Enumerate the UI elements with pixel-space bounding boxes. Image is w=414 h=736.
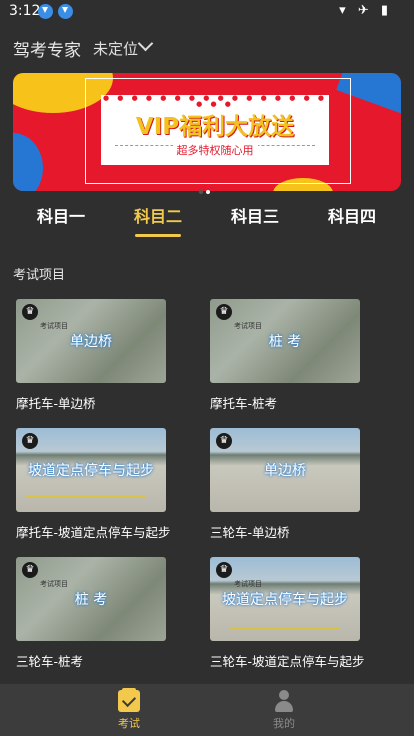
status-time: 3:12 xyxy=(9,3,41,19)
app-brand: 驾考专家 xyxy=(13,41,81,61)
exam-thumbnail[interactable]: ♛ 考试项目 坡道定点停车与起步 xyxy=(210,557,360,641)
nav-item-exam[interactable]: 考试 xyxy=(99,688,159,731)
exam-item-title[interactable]: 三轮车-桩考 xyxy=(16,651,206,670)
exam-item[interactable]: ♛ 考试项目 桩 考 摩托车-桩考 xyxy=(210,299,400,412)
clipboard-check-icon xyxy=(118,688,140,712)
section-title: 考试项目 xyxy=(13,268,66,283)
chevron-down-icon[interactable] xyxy=(137,35,154,52)
banner-subtitle: 超多特权随心用 xyxy=(172,144,258,157)
exam-item-title[interactable]: 三轮车-单边桥 xyxy=(210,522,400,541)
vip-banner[interactable]: ● ● ● ● ● ● ● ● ● ● ● ● ● ● ● ● ● ● ● VI… xyxy=(13,73,401,191)
exam-item-title[interactable]: 摩托车-单边桥 xyxy=(16,393,206,412)
nav-label: 我的 xyxy=(273,717,295,730)
download-icon xyxy=(38,4,53,19)
top-header: 驾考专家 未定位 xyxy=(0,34,414,61)
thumb-label: 单边桥 xyxy=(264,463,306,479)
thumb-watermark: 考试项目 xyxy=(234,580,262,588)
thumb-label: 坡道定点停车与起步 xyxy=(28,463,154,479)
download-icon xyxy=(58,4,73,19)
banner-title: VIP福利大放送 xyxy=(135,114,295,140)
exam-item[interactable]: ♛ 考试项目 单边桥 摩托车-单边桥 xyxy=(16,299,206,412)
crown-icon: ♛ xyxy=(22,304,38,320)
banner-card: ● ● ● ● ● ● ● ● ● ● ● ● ● ● ● ● ● ● ● VI… xyxy=(101,95,329,165)
tab-subject-1[interactable]: 科目一 xyxy=(21,203,101,227)
system-status-icons: ▾ ✈ ▮ xyxy=(339,3,392,18)
crown-icon: ♛ xyxy=(22,433,38,449)
banner-dots: ● ● ● ● ● ● ● ● ● ● ● ● ● ● ● ● ● ● ● xyxy=(102,94,328,108)
tab-subject-4[interactable]: 科目四 xyxy=(312,203,392,227)
tab-subject-3[interactable]: 科目三 xyxy=(215,203,295,227)
exam-item[interactable]: ♛ 考试项目 坡道定点停车与起步 三轮车-坡道定点停车与起步 xyxy=(210,557,400,670)
exam-thumbnail[interactable]: ♛ 单边桥 xyxy=(210,428,360,512)
crown-icon: ♛ xyxy=(216,433,232,449)
exam-thumbnail[interactable]: ♛ 考试项目 单边桥 xyxy=(16,299,166,383)
crown-icon: ♛ xyxy=(216,562,232,578)
thumb-label: 桩 考 xyxy=(268,334,302,350)
exam-item-title[interactable]: 摩托车-桩考 xyxy=(210,393,400,412)
crown-icon: ♛ xyxy=(22,562,38,578)
nav-label: 考试 xyxy=(118,717,140,730)
nav-item-me[interactable]: 我的 xyxy=(254,690,314,731)
thumb-label: 坡道定点停车与起步 xyxy=(222,592,348,608)
thumb-watermark: 考试项目 xyxy=(234,322,262,330)
crown-icon: ♛ xyxy=(216,304,232,320)
thumb-watermark: 考试项目 xyxy=(40,580,68,588)
tab-subject-2[interactable]: 科目二 xyxy=(118,203,198,227)
active-tab-indicator xyxy=(135,234,181,237)
exam-item[interactable]: ♛ 坡道定点停车与起步 摩托车-坡道定点停车与起步 xyxy=(16,428,206,541)
location-selector[interactable]: 未定位 xyxy=(93,38,138,59)
subject-tabs: 科目一 科目二 科目三 科目四 xyxy=(0,203,414,239)
bottom-nav: 考试 我的 xyxy=(0,684,414,736)
thumb-label: 单边桥 xyxy=(70,334,112,350)
exam-item[interactable]: ♛ 考试项目 桩 考 三轮车-桩考 xyxy=(16,557,206,670)
exam-item-title[interactable]: 摩托车-坡道定点停车与起步 xyxy=(16,522,206,541)
exam-item[interactable]: ♛ 单边桥 三轮车-单边桥 xyxy=(210,428,400,541)
exam-thumbnail[interactable]: ♛ 考试项目 桩 考 xyxy=(16,557,166,641)
status-bar: 3:12 ▾ ✈ ▮ xyxy=(0,0,414,24)
exam-thumbnail[interactable]: ♛ 考试项目 桩 考 xyxy=(210,299,360,383)
thumb-watermark: 考试项目 xyxy=(40,322,68,330)
banner-pager xyxy=(199,179,213,198)
thumb-label: 桩 考 xyxy=(74,592,108,608)
user-icon xyxy=(273,690,295,712)
exam-item-title[interactable]: 三轮车-坡道定点停车与起步 xyxy=(210,651,400,670)
exam-thumbnail[interactable]: ♛ 坡道定点停车与起步 xyxy=(16,428,166,512)
